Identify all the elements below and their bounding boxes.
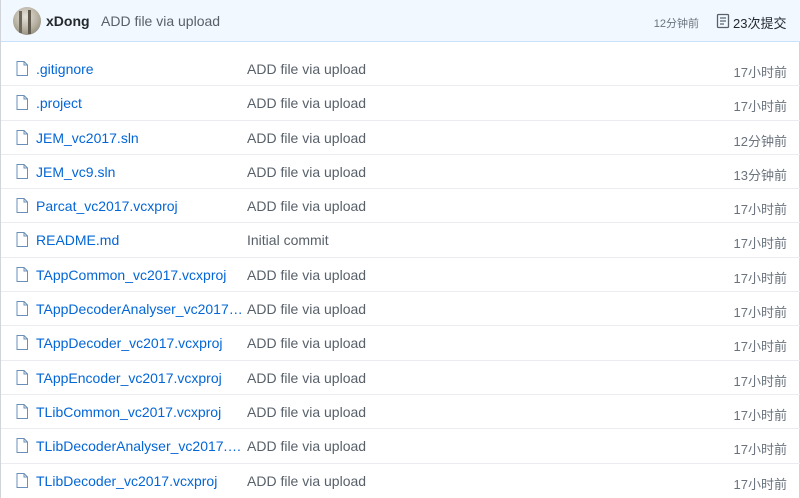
file-commit-age: 12分钟前 [733,133,787,149]
file-commit-message[interactable]: ADD file via upload [247,267,366,283]
file-row: .project ADD file via upload 17小时前 [1,86,800,121]
file-name-link[interactable]: TAppCommon_vc2017.vcxproj [36,267,244,283]
file-name-link[interactable]: README.md [36,232,244,248]
file-commit-age: 17小时前 [733,442,787,458]
file-commit-age: 13分钟前 [733,167,787,183]
file-icon [16,335,28,351]
file-row: TAppEncoder_vc2017.vcxproj ADD file via … [1,361,800,395]
file-commit-message[interactable]: ADD file via upload [247,164,366,180]
file-commit-age: 17小时前 [733,373,787,389]
file-name-link[interactable]: TLibCommon_vc2017.vcxproj [36,404,244,420]
file-icon [16,198,28,214]
latest-commit-message[interactable]: ADD file via upload [101,13,220,29]
file-row: TLibDecoder_vc2017.vcxproj ADD file via … [1,464,800,498]
file-icon [16,369,28,385]
file-name-link[interactable]: TLibDecoderAnalyser_vc2017.vcxproj [36,438,244,454]
file-commit-age: 17小时前 [733,305,787,321]
file-row: JEM_vc2017.sln ADD file via upload 12分钟前 [1,121,800,155]
file-commit-message[interactable]: ADD file via upload [247,301,366,317]
file-row: .gitignore ADD file via upload 17小时前 [1,52,800,87]
file-commit-age: 17小时前 [733,339,787,355]
file-name-link[interactable]: JEM_vc2017.sln [36,130,244,146]
file-commit-message[interactable]: ADD file via upload [247,130,366,146]
file-row: TAppDecoder_vc2017.vcxproj ADD file via … [1,326,800,361]
file-commit-message[interactable]: ADD file via upload [247,404,366,420]
latest-commit-time: 12分钟前 [653,18,699,30]
file-icon [16,266,28,282]
file-icon [16,232,28,248]
file-icon [16,403,28,419]
history-icon[interactable] [716,13,730,29]
file-commit-message[interactable]: ADD file via upload [247,61,366,77]
file-commit-message[interactable]: ADD file via upload [247,335,366,351]
latest-commit-bar: xDong ADD file via upload 12分钟前 23次提交 [1,0,800,42]
file-icon [16,301,28,317]
file-commit-age: 17小时前 [733,202,787,218]
file-row: TLibCommon_vc2017.vcxproj ADD file via u… [1,395,800,430]
file-commit-age: 17小时前 [733,476,787,492]
file-row: JEM_vc9.sln ADD file via upload 13分钟前 [1,155,800,190]
file-icon [16,95,28,111]
file-row: README.md Initial commit 17小时前 [1,223,800,258]
file-row: Parcat_vc2017.vcxproj ADD file via uploa… [1,189,800,224]
file-name-link[interactable]: JEM_vc9.sln [36,164,244,180]
file-icon [16,129,28,145]
file-commit-message[interactable]: ADD file via upload [247,198,366,214]
file-commit-age: 17小时前 [733,270,787,286]
file-icon [16,163,28,179]
file-commit-message[interactable]: ADD file via upload [247,370,366,386]
file-row: TAppDecoderAnalyser_vc2017.vcxproj ADD f… [1,292,800,327]
file-commit-message[interactable]: ADD file via upload [247,473,366,489]
file-commit-age: 17小时前 [733,99,787,115]
file-commit-message[interactable]: Initial commit [247,232,329,248]
file-name-link[interactable]: TAppEncoder_vc2017.vcxproj [36,370,244,386]
file-commit-age: 17小时前 [733,236,787,252]
file-name-link[interactable]: .gitignore [36,61,244,77]
commit-author[interactable]: xDong [46,13,90,29]
file-commit-message[interactable]: ADD file via upload [247,95,366,111]
file-row: TLibDecoderAnalyser_vc2017.vcxproj ADD f… [1,429,800,464]
repo-file-browser: xDong ADD file via upload 12分钟前 23次提交 .g… [0,0,800,498]
file-icon [16,438,28,454]
commits-count-link[interactable]: 23次提交 [733,13,786,32]
file-commit-message[interactable]: ADD file via upload [247,438,366,454]
file-name-link[interactable]: Parcat_vc2017.vcxproj [36,198,244,214]
file-name-link[interactable]: .project [36,95,244,111]
file-commit-age: 17小时前 [733,65,787,80]
file-commit-age: 17小时前 [733,407,787,423]
avatar[interactable] [13,7,41,35]
file-name-link[interactable]: TAppDecoderAnalyser_vc2017.vcxproj [36,301,244,317]
file-name-link[interactable]: TLibDecoder_vc2017.vcxproj [36,473,244,489]
file-list: .gitignore ADD file via upload 17小时前 .pr… [1,52,800,498]
file-icon [16,61,28,76]
file-row: TAppCommon_vc2017.vcxproj ADD file via u… [1,258,800,293]
file-name-link[interactable]: TAppDecoder_vc2017.vcxproj [36,335,244,351]
file-icon [16,472,28,488]
